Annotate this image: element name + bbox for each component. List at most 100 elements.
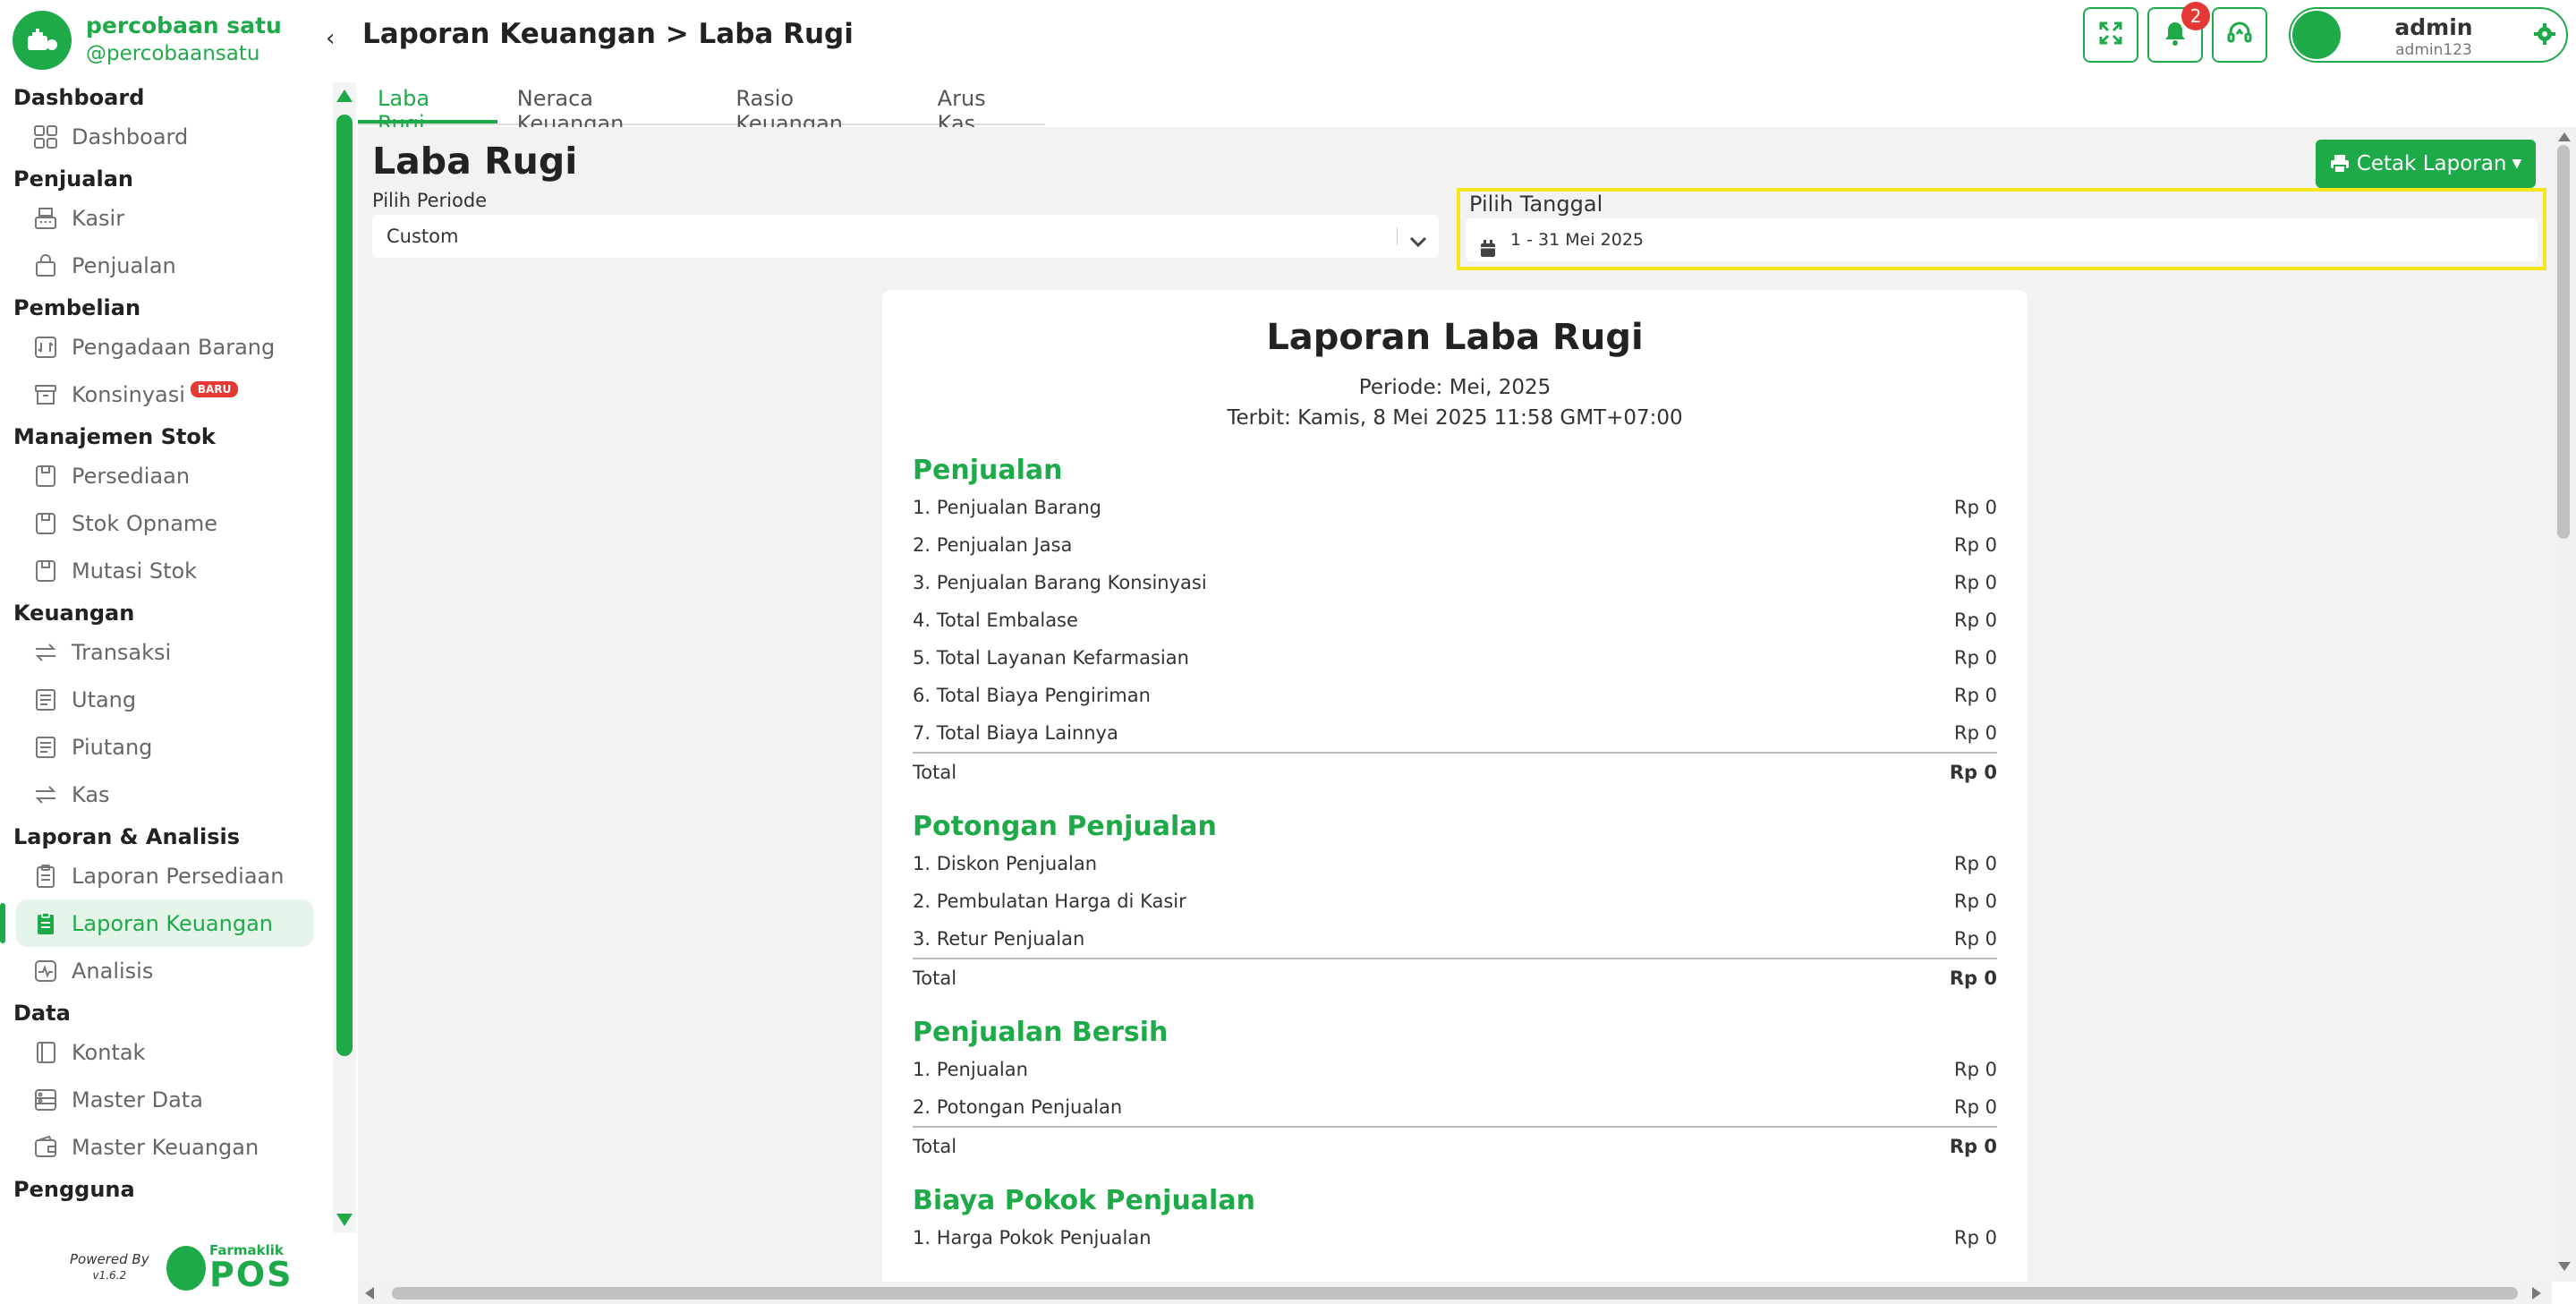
print-report-button[interactable]: Cetak Laporan ▼ [2316,140,2536,188]
sidebar-item-stok-opname[interactable]: Stok Opname [0,499,313,547]
sidebar-item-analisis[interactable]: Analisis [0,947,313,994]
sidebar-item-label: Stok Opname [72,510,218,536]
sidebar-item-laporan-persediaan[interactable]: Laporan Persediaan [0,852,313,899]
tab-rasio-keuangan[interactable]: Rasio Keuangan [716,77,917,136]
clipboard-icon [30,908,61,939]
report-total-label: Total [913,1136,957,1157]
sidebar-item-label: Mutasi Stok [72,558,198,584]
profit-loss-report: Laporan Laba Rugi Periode: Mei, 2025 Ter… [882,290,2028,1282]
date-picker-highlight: Pilih Tanggal 1 - 31 Mei 2025 [1457,188,2546,270]
notifications-button[interactable]: 2 [2147,2,2210,63]
expand-icon [2097,20,2124,50]
sidebar-item-label: Kontak [72,1039,146,1065]
sidebar-item-kas[interactable]: Kas [0,771,313,818]
user-menu[interactable]: admin admin123 [2289,7,2568,63]
report-row: 3. Retur Penjualan Rp 0 [913,920,1997,958]
archive-box-icon [30,379,61,410]
gear-icon[interactable] [2534,23,2555,48]
brand[interactable]: percobaan satu @percobaansatu [13,11,282,70]
sidebar-item-label: Master Keuangan [72,1134,259,1160]
report-row-value: Rp 0 [1954,928,1997,950]
sidebar-item-piutang[interactable]: Piutang [0,723,313,771]
scroll-down-arrow-icon[interactable] [336,1214,353,1226]
sidebar-section-data: Data [13,1001,71,1026]
report-row-label: 2. Penjualan Jasa [913,534,1073,556]
box-icon [30,556,61,586]
vertical-scroll-thumb[interactable] [2557,145,2570,539]
horizontal-scroll-thumb[interactable] [392,1287,2518,1300]
report-terbit: Terbit: Kamis, 8 Mei 2025 11:58 GMT+07:0… [1227,406,1683,430]
transfer-icon [30,780,61,810]
support-button[interactable] [2212,7,2267,63]
box-icon [30,461,61,491]
report-periode: Periode: Mei, 2025 [1358,376,1552,399]
periode-select[interactable]: Custom [372,215,1439,258]
report-row: 6. Total Biaya Pengiriman Rp 0 [913,677,1997,714]
page-title: Laba Rugi [372,140,578,183]
sidebar-item-konsinyasi[interactable]: Konsinyasi BARU [0,371,313,418]
pulse-icon [30,956,61,986]
report-row-value: Rp 0 [1954,685,1997,706]
sidebar-item-laporan-keuangan[interactable]: Laporan Keuangan [0,899,313,947]
scroll-up-arrow-icon[interactable] [2558,132,2571,141]
user-id: admin123 [2395,41,2472,59]
collapse-sidebar-icon[interactable]: ‹ [326,25,335,52]
report-row-label: 1. Harga Pokok Penjualan [913,1227,1152,1249]
scroll-left-arrow-icon[interactable] [365,1287,374,1300]
report-row-value: Rp 0 [1954,497,1997,518]
report-row: 1. Diskon Penjualan Rp 0 [913,845,1997,882]
sidebar-item-persediaan[interactable]: Persediaan [0,452,313,499]
page-vertical-scrollbar[interactable] [2552,127,2576,1282]
sidebar-item-mutasi-stok[interactable]: Mutasi Stok [0,547,313,594]
scroll-down-arrow-icon[interactable] [2558,1262,2571,1271]
caret-down-icon: ▼ [2512,157,2522,171]
report-total-value: Rp 0 [1949,967,1997,989]
sidebar-item-penjualan[interactable]: Penjualan [0,242,313,289]
sidebar-section-pembelian: Pembelian [13,295,141,320]
sidebar-item-kontak[interactable]: Kontak [0,1028,313,1076]
sidebar-item-label: Laporan Persediaan [72,863,285,889]
cash-register-icon [30,203,61,234]
sidebar-item-dashboard[interactable]: Dashboard [0,113,313,160]
sidebar-item-label: Laporan Keuangan [72,910,273,936]
fullscreen-button[interactable] [2083,7,2138,63]
sidebar-item-kasir[interactable]: Kasir [0,194,313,242]
sidebar-section-pengguna: Pengguna [13,1177,135,1202]
tab-arus-kas[interactable]: Arus Kas [918,77,1045,136]
report-row-value: Rp 0 [1954,722,1997,744]
vendor-big-label: POS [209,1255,293,1294]
scroll-right-arrow-icon[interactable] [2532,1287,2541,1300]
periode-value: Custom [387,226,459,247]
sidebar-item-utang[interactable]: Utang [0,676,313,723]
sidebar-item-label: Persediaan [72,463,191,489]
sidebar-item-master-keuangan[interactable]: Master Keuangan [0,1123,313,1171]
report-row-value: Rp 0 [1954,572,1997,593]
sidebar-item-label: Dashboard [72,124,189,149]
report-row-value: Rp 0 [1954,609,1997,631]
scroll-up-arrow-icon[interactable] [336,89,353,102]
sidebar-section-keuangan: Keuangan [13,601,135,626]
page-horizontal-scrollbar[interactable] [358,1282,2552,1304]
top-header: Laporan Keuangan > Laba Rugi 2 admin adm… [356,0,2576,73]
report-row: 5. Total Layanan Kefarmasian Rp 0 [913,639,1997,677]
sidebar-scrollbar[interactable] [333,82,356,1232]
sidebar-item-label: Pengadaan Barang [72,334,276,360]
date-range-input[interactable]: 1 - 31 Mei 2025 [1466,218,2538,261]
sidebar-item-master-data[interactable]: Master Data [0,1076,313,1123]
calendar-icon [1480,231,1496,274]
brand-handle: @percobaansatu [86,42,260,65]
sidebar-item-label: Master Data [72,1087,203,1112]
report-row: 2. Penjualan Jasa Rp 0 [913,526,1997,564]
report-row-value: Rp 0 [1954,534,1997,556]
headset-icon [2225,19,2254,51]
tab-neraca-keuangan[interactable]: Neraca Keuangan [497,77,717,136]
sidebar-scroll-thumb[interactable] [336,115,353,1056]
report-row-label: 1. Diskon Penjualan [913,853,1098,874]
sidebar-item-transaksi[interactable]: Transaksi [0,628,313,676]
sidebar-item-pengadaan-barang[interactable]: Pengadaan Barang [0,323,313,371]
farmaklik-mark-icon [166,1245,206,1291]
tab-laba-rugi[interactable]: Laba Rugi [358,77,497,136]
wallet-icon [30,1132,61,1163]
sidebar-section-penjualan: Penjualan [13,166,133,192]
report-section-title: Penjualan [913,455,1063,486]
